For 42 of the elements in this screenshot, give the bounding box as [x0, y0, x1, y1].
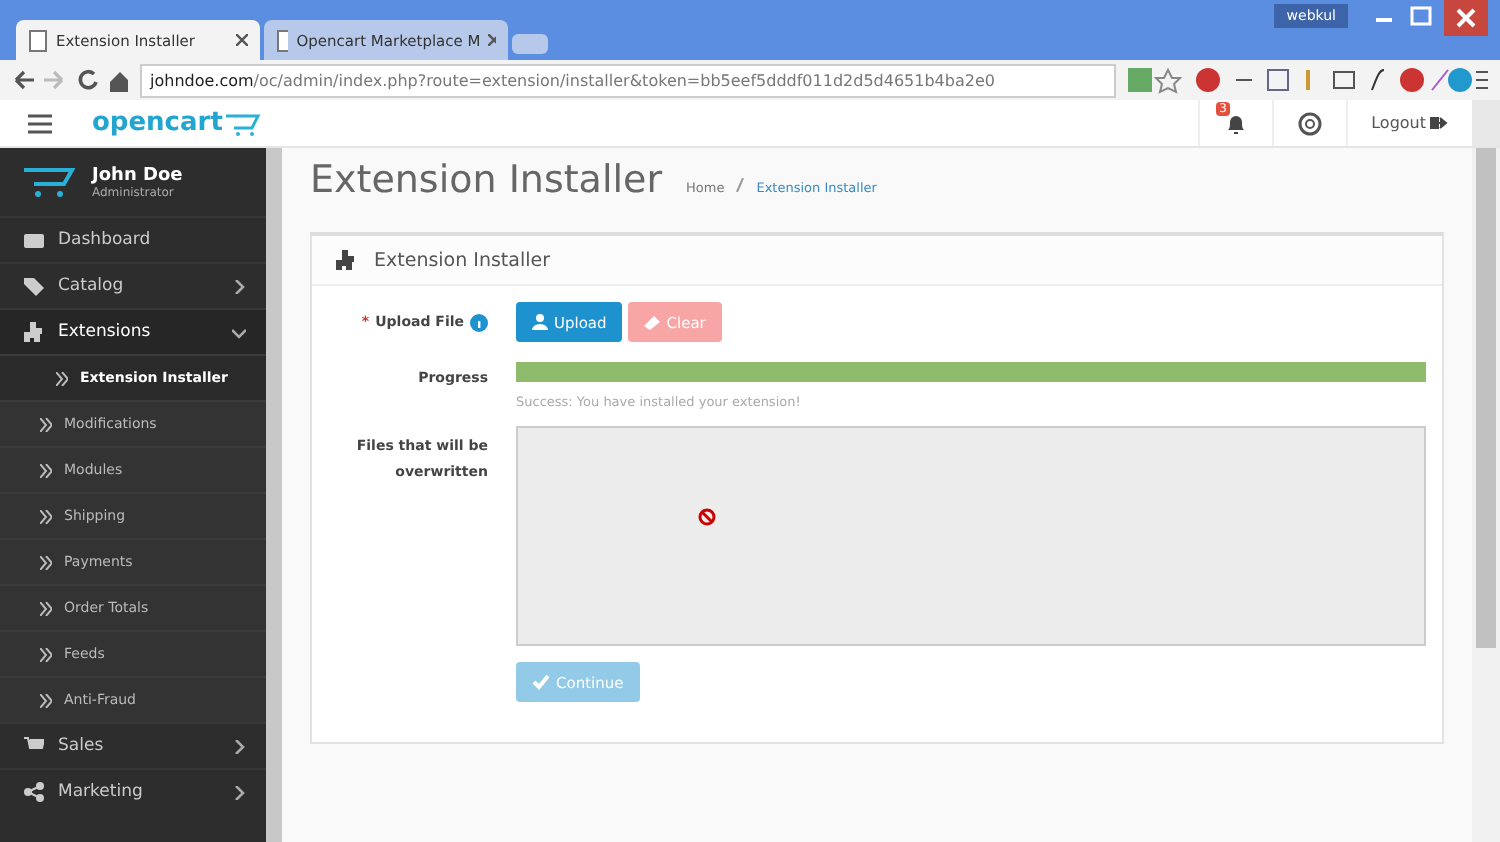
close-icon[interactable] [236, 34, 248, 46]
page-icon [276, 29, 289, 51]
user-name: John Doe [92, 165, 183, 185]
not-allowed-icon [698, 508, 716, 526]
dashboard-icon [24, 230, 44, 250]
page-icon [28, 29, 48, 51]
sign-out-icon [1430, 114, 1448, 132]
tag-icon [24, 276, 44, 296]
navigation-buttons-drawing[interactable] [12, 66, 128, 94]
sidebar-scrollbar[interactable] [266, 148, 282, 842]
cart-logo-icon [24, 166, 76, 198]
menu-icon[interactable] [28, 113, 52, 133]
double-chevron-icon [56, 371, 68, 385]
puzzle-icon [336, 249, 358, 271]
page-title: Extension Installer [310, 158, 663, 202]
panel-title: Extension Installer [374, 249, 551, 271]
cart-icon [226, 111, 263, 135]
double-chevron-icon [40, 463, 52, 477]
double-chevron-icon [40, 647, 52, 661]
double-chevron-icon [40, 693, 52, 707]
chevron-icon [232, 279, 246, 293]
chevron-icon [232, 739, 246, 753]
user-icon [532, 314, 548, 330]
scrollbar[interactable] [1472, 148, 1500, 842]
eraser-icon [644, 314, 661, 330]
close-icon[interactable] [488, 34, 496, 46]
help-icon[interactable] [470, 313, 488, 331]
slash-icon [736, 178, 745, 192]
double-chevron-icon [40, 417, 52, 431]
double-chevron-icon [40, 509, 52, 523]
lifebuoy-icon [1297, 111, 1322, 135]
puzzle-icon [24, 322, 44, 342]
bell-icon [1223, 111, 1248, 135]
chevron-icon [232, 325, 246, 339]
double-chevron-icon [40, 555, 52, 569]
share-icon [24, 782, 44, 802]
sidebar-item[interactable]: Extensions [0, 308, 266, 354]
browser-extensions-drawing[interactable] [1128, 66, 1488, 94]
chevron-icon [232, 785, 246, 799]
check-icon [532, 674, 550, 690]
double-chevron-icon [40, 601, 52, 615]
address-field[interactable]: johndoe.com/oc/admin/index.php?route=extension/installer&token=bb5eef5dddf011d2d5d4651b4ba2e0 [140, 63, 1116, 97]
